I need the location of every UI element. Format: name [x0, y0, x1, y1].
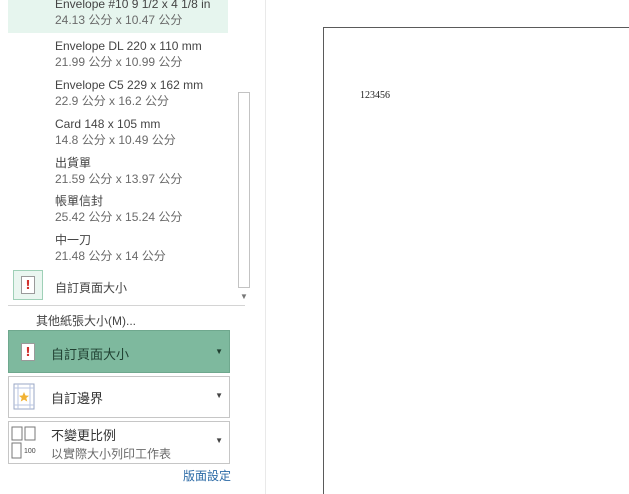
- margins-dropdown-label: 自訂邊界: [51, 391, 104, 406]
- custom-page-size-icon: [21, 343, 35, 361]
- paper-size-name: Envelope DL 220 x 110 mm: [55, 39, 202, 53]
- custom-page-size-icon: [21, 276, 35, 294]
- paper-size-name: Card 148 x 105 mm: [55, 117, 161, 131]
- paper-size-list: Envelope #10 9 1/2 x 4 1/8 in 24.13 公分 x…: [8, 0, 252, 306]
- paper-size-dropdown-label: 自訂頁面大小: [51, 347, 130, 362]
- paper-size-dropdown[interactable]: 自訂頁面大小 ▼: [8, 330, 230, 373]
- page-icon: [11, 442, 22, 459]
- paper-size-dims: 25.42 公分 x 15.24 公分: [55, 210, 183, 224]
- paper-size-option-shipping-form[interactable]: 出貨單 21.59 公分 x 13.97 公分: [8, 153, 228, 192]
- paper-size-option-custom[interactable]: 自訂頁面大小: [8, 266, 228, 304]
- preview-cell-text: 123456: [360, 90, 390, 101]
- scroll-down-arrow-icon[interactable]: ▼: [239, 292, 249, 302]
- paper-size-dims: 22.9 公分 x 16.2 公分: [55, 94, 170, 108]
- chevron-down-icon: ▼: [215, 436, 223, 445]
- paper-list-scrollbar[interactable]: ▼: [236, 0, 252, 305]
- paper-size-name: Envelope C5 229 x 162 mm: [55, 78, 204, 92]
- pane-divider: [265, 0, 266, 494]
- margins-dropdown[interactable]: 自訂邊界 ▼: [8, 376, 230, 418]
- paper-size-dims: 21.99 公分 x 10.99 公分: [55, 55, 183, 69]
- paper-size-option-envelope-dl[interactable]: Envelope DL 220 x 110 mm 21.99 公分 x 10.9…: [8, 36, 228, 75]
- paper-size-dims: 24.13 公分 x 10.47 公分: [55, 13, 183, 27]
- paper-size-option-card[interactable]: Card 148 x 105 mm 14.8 公分 x 10.49 公分: [8, 114, 228, 153]
- no-scaling-icon: [11, 426, 36, 441]
- paper-size-option-envelope-c5[interactable]: Envelope C5 229 x 162 mm 22.9 公分 x 16.2 …: [8, 75, 228, 114]
- paper-size-option-envelope-10[interactable]: Envelope #10 9 1/2 x 4 1/8 in 24.13 公分 x…: [8, 0, 228, 33]
- paper-size-option-bill-envelope[interactable]: 帳單信封 25.42 公分 x 15.24 公分: [8, 191, 228, 230]
- custom-page-size-icon-box: [13, 270, 43, 300]
- paper-size-name: Envelope #10 9 1/2 x 4 1/8 in: [55, 0, 211, 11]
- page-setup-link[interactable]: 版面設定: [183, 467, 231, 484]
- paper-size-name: 帳單信封: [55, 194, 104, 208]
- paper-size-dims: 14.8 公分 x 10.49 公分: [55, 133, 176, 147]
- paper-size-name: 中一刀: [55, 233, 92, 247]
- paper-size-option-zhong-yi-dao[interactable]: 中一刀 21.48 公分 x 14 公分: [8, 230, 228, 269]
- scrollbar-thumb[interactable]: [238, 92, 250, 288]
- custom-page-size-label: 自訂頁面大小: [55, 281, 128, 295]
- paper-size-dims: 21.59 公分 x 13.97 公分: [55, 172, 183, 186]
- scaling-dropdown[interactable]: 100 不變更比例 以實際大小列印工作表 ▼: [8, 421, 230, 464]
- paper-size-dims: 21.48 公分 x 14 公分: [55, 249, 166, 263]
- scaling-dropdown-title: 不變更比例: [51, 428, 117, 443]
- more-paper-sizes-link[interactable]: 其他紙張大小(M)...: [36, 312, 136, 329]
- chevron-down-icon: ▼: [215, 347, 223, 356]
- scaling-dropdown-subtitle: 以實際大小列印工作表: [51, 447, 172, 461]
- custom-margins-icon: [13, 383, 35, 410]
- paper-size-name: 出貨單: [55, 156, 92, 170]
- scale-percent-number: 100: [24, 448, 36, 455]
- print-preview-page: 123456: [323, 27, 629, 494]
- chevron-down-icon: ▼: [215, 391, 223, 400]
